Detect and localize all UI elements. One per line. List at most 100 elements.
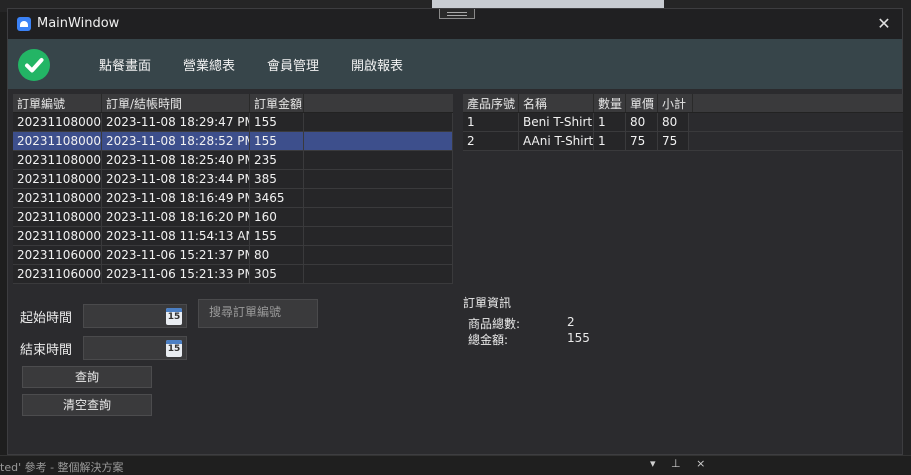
table-cell: 2023-11-08 18:16:49 PM [102, 189, 250, 207]
table-cell: 80 [658, 113, 689, 131]
table-cell: 75 [626, 132, 658, 150]
table-cell: 202311080008 [13, 113, 102, 131]
total-items-label: 商品總數: [468, 317, 521, 331]
table-cell: 2023-11-06 15:21:33 PM [102, 265, 250, 283]
table-cell: 2023-11-08 18:28:52 PM [102, 132, 250, 150]
table-cell: 80 [250, 246, 304, 264]
table-cell: 160 [250, 208, 304, 226]
table-filler [689, 132, 903, 150]
column-header-subtotal[interactable]: 小計 [658, 94, 693, 112]
table-row[interactable]: 202311080004 2023-11-08 18:16:49 PM 3465 [13, 189, 453, 208]
end-date-picker[interactable]: 15 [83, 336, 187, 360]
calendar-day: 15 [167, 344, 181, 354]
order-items-header: 產品序號 名稱 數量 單價 小計 [463, 94, 903, 113]
table-filler [689, 113, 903, 131]
table-cell: Beni T-Shirt [519, 113, 594, 131]
table-cell: 235 [250, 151, 304, 169]
window-title: MainWindow [37, 16, 120, 31]
background-status-bar [0, 455, 911, 474]
column-header-name[interactable]: 名稱 [519, 94, 594, 112]
table-cell [304, 113, 453, 131]
table-cell: 2023-11-08 18:23:44 PM [102, 170, 250, 188]
table-row[interactable]: 202311080003 2023-11-08 18:16:20 PM 160 [13, 208, 453, 227]
table-cell: 80 [626, 113, 658, 131]
calendar-icon[interactable]: 15 [166, 340, 182, 357]
table-cell: 1 [594, 132, 626, 150]
total-amount-label: 總金額: [468, 333, 509, 347]
column-header-order-time[interactable]: 訂單/結帳時間 [102, 94, 250, 112]
column-header-quantity[interactable]: 數量 [594, 94, 626, 112]
column-header-amount[interactable]: 訂單金額 [250, 94, 304, 112]
menu-item-open-report[interactable]: 開啟報表 [351, 55, 403, 74]
table-cell: 202311080004 [13, 189, 102, 207]
table-cell: 202311080006 [13, 151, 102, 169]
orders-table-header: 訂單編號 訂單/結帳時間 訂單金額 [13, 94, 453, 113]
table-cell: 202311060000 [13, 265, 102, 283]
table-cell: 2023-11-08 18:25:40 PM [102, 151, 250, 169]
order-search-box[interactable] [198, 299, 321, 328]
table-cell: 2023-11-08 18:16:20 PM [102, 208, 250, 226]
table-cell: 2023-11-08 11:54:13 AM [102, 227, 250, 245]
table-row[interactable]: 202311060001 2023-11-06 15:21:37 PM 80 [13, 246, 453, 265]
total-items-value: 2 [567, 315, 575, 329]
calendar-day: 15 [167, 312, 181, 322]
table-row[interactable]: 202311080008 2023-11-08 18:29:47 PM 155 [13, 113, 453, 132]
clear-query-button[interactable]: 清空查詢 [22, 394, 152, 416]
table-row[interactable]: 202311080007 2023-11-08 18:28:52 PM 155 [13, 132, 453, 151]
table-cell [304, 227, 453, 245]
app-icon [17, 17, 31, 31]
table-cell: 2023-11-08 18:29:47 PM [102, 113, 250, 131]
background-panel-icons[interactable]: ▾ ⊥ × [650, 457, 711, 470]
table-cell: 155 [250, 227, 304, 245]
table-cell: 202311080002 [13, 227, 102, 245]
table-cell: 202311080005 [13, 170, 102, 188]
start-time-label: 起始時間 [20, 311, 73, 326]
table-cell [304, 170, 453, 188]
table-cell: 3465 [250, 189, 304, 207]
orders-table: 訂單編號 訂單/結帳時間 訂單金額 202311080008 2023-11-08… [13, 94, 453, 284]
column-header-order-id[interactable]: 訂單編號 [13, 94, 102, 112]
table-row[interactable]: 1 Beni T-Shirt 1 80 80 [463, 113, 903, 132]
check-icon [18, 49, 50, 81]
menu-item-members[interactable]: 會員管理 [267, 55, 319, 74]
menu-bar: 點餐畫面 營業總表 會員管理 開啟報表 [8, 39, 902, 89]
total-amount-value: 155 [567, 331, 590, 345]
table-cell: 385 [250, 170, 304, 188]
table-cell [304, 132, 453, 150]
table-cell [304, 151, 453, 169]
drag-grip-icon[interactable] [439, 9, 475, 19]
table-cell [304, 208, 453, 226]
title-bar[interactable]: MainWindow ✕ [8, 9, 902, 39]
column-header-unit-price[interactable]: 單價 [626, 94, 658, 112]
table-cell: 202311060001 [13, 246, 102, 264]
orders-table-body: 202311080008 2023-11-08 18:29:47 PM 155 202… [13, 113, 453, 284]
menu-item-order[interactable]: 點餐畫面 [99, 55, 151, 74]
order-search-input[interactable] [207, 304, 321, 320]
table-cell: 2023-11-06 15:21:37 PM [102, 246, 250, 264]
main-window: MainWindow ✕ 點餐畫面 營業總表 會員管理 開啟報表 訂單編號 訂單… [7, 8, 903, 455]
table-cell: 155 [250, 132, 304, 150]
order-items-table: 產品序號 名稱 數量 單價 小計 1 Beni T-Shirt 1 80 80 2 AAni… [463, 94, 903, 151]
table-cell [304, 246, 453, 264]
table-row[interactable]: 202311080002 2023-11-08 11:54:13 AM 155 [13, 227, 453, 246]
close-button[interactable]: ✕ [874, 14, 894, 34]
table-row[interactable]: 202311060000 2023-11-06 15:21:33 PM 305 [13, 265, 453, 284]
table-row[interactable]: 202311080006 2023-11-08 18:25:40 PM 235 [13, 151, 453, 170]
table-cell: AAni T-Shirt [519, 132, 594, 150]
end-time-label: 結束時間 [20, 343, 73, 358]
table-cell: 1 [463, 113, 519, 131]
order-info-title: 訂單資訊 [463, 296, 512, 310]
query-button[interactable]: 查詢 [22, 366, 152, 388]
table-row[interactable]: 202311080005 2023-11-08 18:23:44 PM 385 [13, 170, 453, 189]
table-cell [304, 265, 453, 283]
table-cell: 1 [594, 113, 626, 131]
start-date-picker[interactable]: 15 [83, 304, 187, 328]
table-cell: 305 [250, 265, 304, 283]
calendar-icon[interactable]: 15 [166, 308, 182, 325]
table-cell: 75 [658, 132, 689, 150]
menu-item-sales-summary[interactable]: 營業總表 [183, 55, 235, 74]
column-header-product-no[interactable]: 產品序號 [463, 94, 519, 112]
table-row[interactable]: 2 AAni T-Shirt 1 75 75 [463, 132, 903, 151]
table-cell: 2 [463, 132, 519, 150]
order-items-body: 1 Beni T-Shirt 1 80 80 2 AAni T-Shirt 1 75 75 [463, 113, 903, 151]
